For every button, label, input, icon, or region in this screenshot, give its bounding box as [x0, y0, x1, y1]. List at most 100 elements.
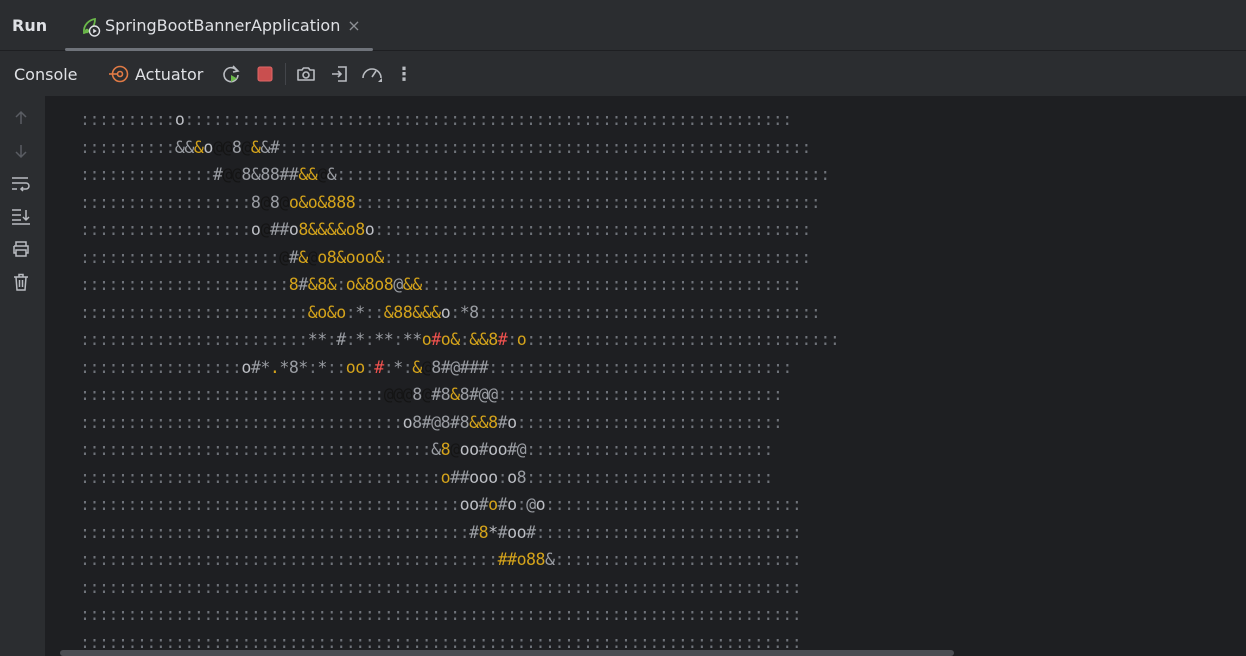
console-text: o	[507, 412, 517, 432]
horizontal-scrollbar[interactable]	[60, 650, 954, 656]
console-text: &88&&&	[383, 302, 441, 322]
console-line: ::::::::::::::::::::::::::::::::@@@8@#8&…	[80, 381, 839, 409]
console-text: ooo	[469, 467, 498, 487]
console-text: ::::::::::::::::::::::::::::::::::::::::…	[80, 550, 498, 569]
rerun-icon[interactable]	[219, 62, 243, 86]
console-text: #	[469, 522, 479, 542]
console-text: ::::::::::	[80, 110, 175, 129]
arrow-up-icon[interactable]	[9, 106, 33, 130]
run-tab-label: SpringBootBannerApplication	[105, 16, 341, 35]
console-text: 8#@8#8	[412, 412, 470, 432]
console-text: &8&	[307, 275, 337, 294]
console-line: ::::::::::::::::::::::::&o&o:*::&88&&&o:…	[80, 299, 839, 327]
console-text: :::::::::::::::::::::::::::::::::	[526, 330, 840, 349]
console-text: &	[298, 247, 308, 267]
console-text: *	[393, 357, 403, 377]
console-text: :	[516, 495, 527, 514]
console-text: #8	[431, 385, 451, 404]
console-text: @	[526, 495, 536, 514]
more-icon[interactable]: ⋮	[392, 62, 416, 86]
console-text: @	[307, 247, 318, 267]
console-text: o88	[516, 550, 546, 569]
console-text: :	[393, 330, 403, 349]
console-text: o	[507, 495, 517, 514]
console-text: ::::::::::::::::::::::::::::::::::::::::…	[355, 192, 821, 212]
console-line: ::::::::::::::::::::::::::::::::::::::::…	[80, 491, 839, 519]
console-line: :::::::::::::::::o#*.*8*:*::oo:#:*:&@8#@…	[80, 354, 839, 382]
console-text: :	[326, 330, 337, 349]
console-text: :	[336, 275, 346, 294]
console-output[interactable]: ::::::::::o:::::::::::::::::::::::::::::…	[46, 96, 1246, 656]
console-line: ::::::::::::::::::::::::::::::::::::::o#…	[80, 464, 839, 492]
console-text: &	[250, 137, 261, 157]
console-text: #	[212, 165, 223, 184]
console-text: o	[241, 357, 251, 377]
trash-icon[interactable]	[9, 270, 33, 294]
console-text: o	[507, 467, 517, 487]
tab-spring-boot-banner-application[interactable]: SpringBootBannerApplication ×	[65, 0, 373, 51]
console-text: #	[374, 357, 384, 377]
console-text: :	[364, 357, 375, 377]
close-icon[interactable]: ×	[347, 15, 361, 37]
profiler-icon[interactable]	[360, 62, 384, 86]
console-text: 8&88##	[241, 165, 299, 184]
console-text: :	[450, 302, 460, 322]
console-text: *	[488, 522, 498, 542]
run-tool-window-header: Run SpringBootBannerApplication ×	[0, 0, 1246, 51]
console-text: ::::::::::::::	[80, 165, 213, 184]
print-icon[interactable]	[9, 237, 33, 261]
arrow-down-icon[interactable]	[9, 139, 33, 163]
console-line: ::::::::::::::::::::::::::::::::::o8#@8#…	[80, 409, 839, 437]
console-text: o	[440, 467, 451, 487]
console-text: ##	[450, 467, 470, 487]
console-text: @	[317, 165, 327, 184]
console-text: ::::::::::::::::::::::::::	[554, 550, 802, 569]
console-text: *	[355, 302, 365, 322]
console-text: #	[497, 522, 508, 542]
console-text: *8	[459, 302, 479, 322]
console-text: o&	[440, 330, 460, 349]
console-text: ::::::::::::::::::::::::	[80, 302, 308, 322]
actuator-icon	[108, 63, 130, 85]
console-text: @	[260, 192, 270, 212]
console-text: ::::::::::::::::::::::::::::::::	[80, 385, 384, 404]
console-text: :	[507, 330, 517, 349]
console-text: oo	[459, 495, 479, 514]
console-side-toolbar	[0, 96, 46, 656]
console-text: #*	[250, 357, 270, 377]
console-text: .	[269, 357, 280, 377]
tab-actuator[interactable]: Actuator	[105, 51, 213, 96]
console-text: o	[535, 495, 546, 514]
exit-icon[interactable]	[328, 62, 352, 86]
console-text: oo	[507, 522, 527, 542]
stop-icon[interactable]	[253, 62, 277, 86]
console-text: @	[421, 385, 432, 404]
console-text: ##	[497, 550, 517, 569]
console-text: @	[241, 137, 251, 157]
console-text: *	[355, 330, 365, 349]
console-text: :	[383, 357, 394, 377]
scroll-to-end-icon[interactable]	[9, 204, 33, 228]
console-text: @@	[212, 137, 232, 157]
console-text: @	[450, 440, 460, 459]
screenshot-icon[interactable]	[294, 62, 318, 86]
console-text: :::::::::::::::::	[80, 357, 242, 377]
console-text: o	[174, 110, 185, 129]
console-text: :	[497, 467, 508, 487]
console-text: o8&ooo&	[317, 247, 384, 267]
console-text: o&8o8	[345, 275, 394, 294]
console-text: ::::::::::::::::::::::::::::::::::::::::	[80, 495, 460, 514]
console-text: @	[279, 247, 289, 267]
console-text: **	[402, 330, 422, 349]
tab-console[interactable]: Console	[0, 51, 94, 96]
console-line: ::::::::::::::::::::::8#&8&:o&8o8@&&::::…	[80, 271, 839, 299]
console-text: oo	[488, 440, 508, 459]
console-text: &	[450, 385, 460, 404]
console-text: &	[412, 357, 422, 377]
console-text: oo	[345, 357, 365, 377]
soft-wrap-icon[interactable]	[9, 172, 33, 196]
console-text: o	[488, 495, 498, 514]
console-text: ::::::::::::::::::::::::::::::::::::::::…	[383, 247, 812, 267]
console-text: ::	[364, 302, 384, 322]
console-text: 8	[269, 192, 280, 212]
